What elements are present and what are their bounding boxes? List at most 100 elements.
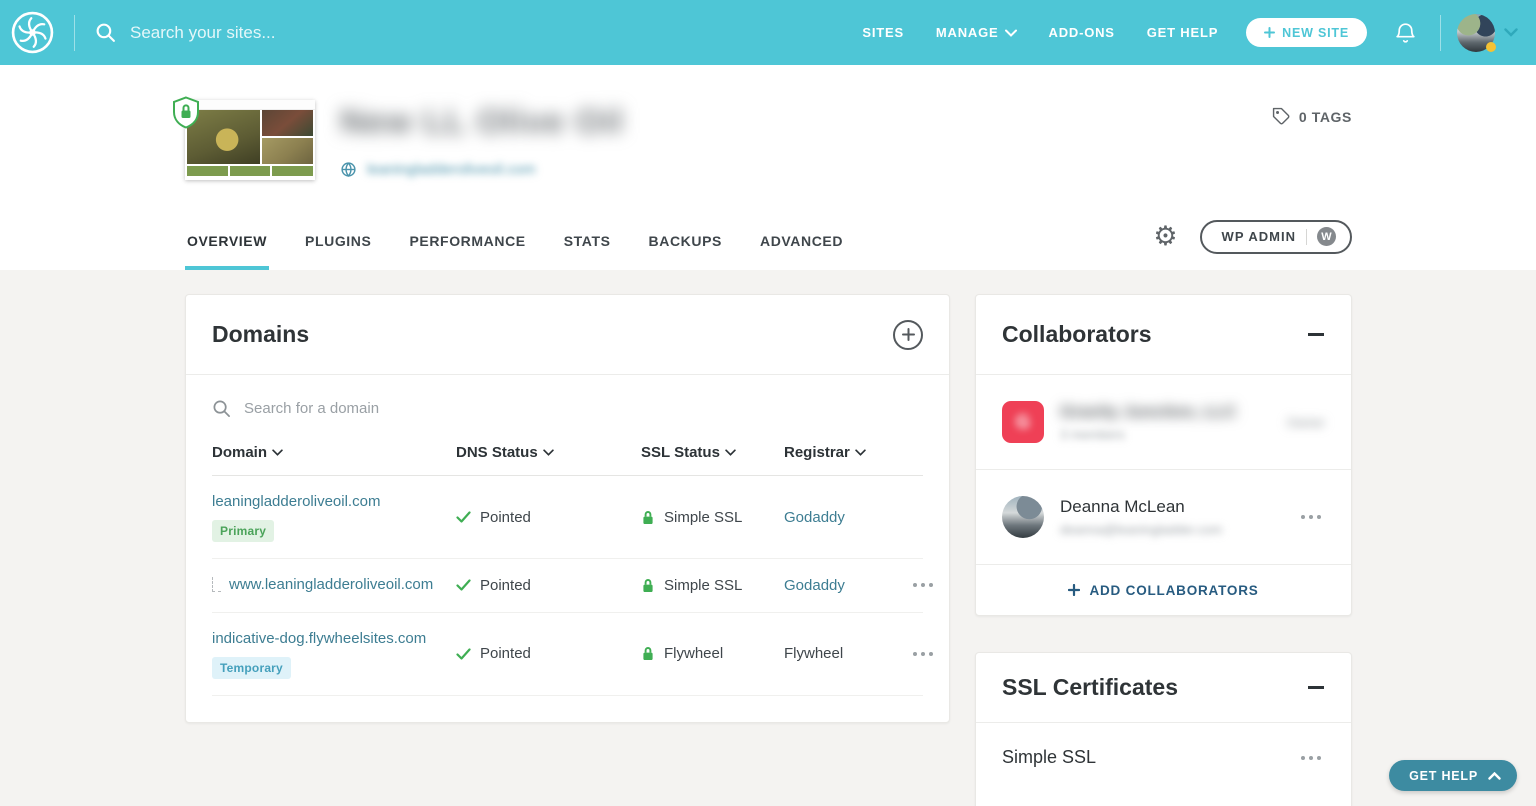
site-header: New LL Olive Oil leaningladderoliveoil.c… — [0, 65, 1536, 270]
domains-title: Domains — [212, 321, 309, 348]
settings-gear-icon[interactable]: ⚙ — [1153, 223, 1177, 250]
wp-admin-button[interactable]: WP ADMIN W — [1200, 220, 1352, 254]
tab-stats[interactable]: STATS — [562, 215, 613, 270]
tab-backups[interactable]: BACKUPS — [647, 215, 724, 270]
more-options-button[interactable] — [913, 583, 937, 587]
site-url-blurred: leaningladderoliveoil.com — [367, 161, 535, 178]
collapse-minus-icon[interactable] — [1307, 326, 1325, 344]
nav-gethelp-link[interactable]: GET HELP — [1147, 25, 1218, 40]
domains-card: Domains Domain DNS Status — [185, 294, 950, 723]
new-site-label: NEW SITE — [1282, 26, 1349, 40]
domain-row: www.leaningladderoliveoil.com Pointed Si… — [212, 559, 923, 612]
lock-icon — [641, 646, 655, 661]
ssl-status-label: Simple SSL — [664, 577, 742, 594]
column-header-ssl-status[interactable]: SSL Status — [641, 444, 784, 461]
lock-icon — [641, 510, 655, 525]
ssl-status-label: Flywheel — [664, 645, 723, 662]
notifications-bell-icon[interactable] — [1393, 20, 1418, 45]
temporary-badge: Temporary — [212, 657, 291, 679]
navbar-links: SITES MANAGE ADD-ONS GET HELP — [862, 25, 1218, 40]
check-icon — [456, 579, 471, 591]
new-site-button[interactable]: NEW SITE — [1246, 18, 1367, 47]
column-header-domain[interactable]: Domain — [212, 444, 456, 461]
navbar-divider — [1440, 15, 1441, 51]
nav-manage-link[interactable]: MANAGE — [936, 25, 1017, 40]
domain-search-input[interactable] — [244, 400, 644, 417]
ssl-title: SSL Certificates — [1002, 674, 1178, 701]
check-icon — [456, 511, 471, 523]
column-header-registrar[interactable]: Registrar — [784, 444, 913, 461]
add-collaborators-button[interactable]: ADD COLLABORATORS — [976, 565, 1351, 615]
header-label: SSL Status — [641, 444, 720, 461]
registrar-link[interactable]: Godaddy — [784, 577, 913, 594]
registrar-label: Flywheel — [784, 645, 913, 662]
dns-status-label: Pointed — [480, 645, 531, 662]
more-options-button[interactable] — [913, 652, 937, 656]
flywheel-logo-icon[interactable] — [10, 10, 55, 55]
search-icon — [212, 399, 231, 418]
status-dot — [1486, 42, 1496, 52]
collapse-minus-icon[interactable] — [1307, 679, 1325, 697]
chevron-down-icon — [1005, 29, 1017, 37]
domain-search — [186, 375, 949, 424]
tags-label: 0 TAGS — [1299, 109, 1352, 125]
site-url-row[interactable]: leaningladderoliveoil.com — [340, 161, 535, 178]
domain-link[interactable]: indicative-dog.flywheelsites.com — [212, 629, 426, 649]
nav-addons-link[interactable]: ADD-ONS — [1049, 25, 1115, 40]
ssl-cert-name: Simple SSL — [1002, 747, 1096, 768]
domain-link[interactable]: www.leaningladderoliveoil.com — [229, 575, 433, 595]
dns-status-label: Pointed — [480, 577, 531, 594]
add-domain-button[interactable] — [893, 320, 923, 350]
ssl-certificates-card: SSL Certificates Simple SSL — [975, 652, 1352, 806]
more-options-button[interactable] — [1301, 756, 1325, 760]
collaborator-row: Deanna McLean deanna@leaningladder.com — [976, 470, 1351, 565]
tab-overview[interactable]: OVERVIEW — [185, 215, 269, 270]
globe-icon — [340, 161, 357, 178]
chevron-down-icon — [855, 449, 866, 456]
user-avatar[interactable] — [1457, 14, 1495, 52]
tab-performance[interactable]: PERFORMANCE — [407, 215, 527, 270]
get-help-floating-button[interactable]: GET HELP — [1389, 760, 1517, 791]
right-column: Collaborators G Gravity Junction, LLC 3 … — [975, 294, 1352, 806]
column-header-dns-status[interactable]: DNS Status — [456, 444, 641, 461]
check-icon — [456, 648, 471, 660]
collaborator-name-blurred: Gravity Junction, LLC — [1060, 402, 1271, 422]
collaborator-subtitle-blurred: 3 members — [1060, 427, 1271, 442]
chevron-up-icon — [1488, 772, 1501, 780]
domain-link[interactable]: leaningladderoliveoil.com — [212, 492, 380, 512]
tabs-row: OVERVIEW PLUGINS PERFORMANCE STATS BACKU… — [185, 215, 1352, 270]
nav-manage-label: MANAGE — [936, 25, 999, 40]
collaborator-row: G Gravity Junction, LLC 3 members Owner — [976, 375, 1351, 470]
tag-icon — [1272, 107, 1291, 126]
dns-status-label: Pointed — [480, 509, 531, 526]
search-icon — [95, 22, 116, 43]
more-options-button[interactable] — [1301, 515, 1325, 519]
header-label: Registrar — [784, 444, 850, 461]
registrar-link[interactable]: Godaddy — [784, 509, 913, 526]
domains-table: Domain DNS Status SSL Status Registrar — [186, 424, 949, 722]
account-chevron-down-icon[interactable] — [1504, 28, 1518, 37]
plus-icon — [1264, 27, 1275, 38]
thumbnail-body — [185, 110, 315, 164]
nav-sites-link[interactable]: SITES — [862, 25, 904, 40]
wordpress-logo-icon: W — [1317, 227, 1336, 246]
primary-badge: Primary — [212, 520, 274, 542]
secure-shield-lock-icon — [171, 96, 201, 130]
tabs: OVERVIEW PLUGINS PERFORMANCE STATS BACKU… — [185, 215, 845, 270]
site-thumbnail[interactable] — [185, 100, 315, 180]
tags-button[interactable]: 0 TAGS — [1272, 107, 1352, 126]
header-label: DNS Status — [456, 444, 538, 461]
tab-advanced[interactable]: ADVANCED — [758, 215, 845, 270]
collaborator-avatar — [1002, 496, 1044, 538]
main-content: Domains Domain DNS Status — [0, 270, 1536, 806]
plus-icon — [902, 328, 915, 341]
thumbnail-photo — [262, 138, 313, 164]
avatar-letter-blurred: G — [1016, 412, 1030, 433]
site-search — [95, 22, 862, 43]
chevron-down-icon — [543, 449, 554, 456]
add-collaborators-label: ADD COLLABORATORS — [1089, 583, 1258, 598]
search-sites-input[interactable] — [130, 23, 550, 43]
tab-plugins[interactable]: PLUGINS — [303, 215, 373, 270]
thumbnail-navbar — [185, 100, 315, 110]
lock-icon — [641, 578, 655, 593]
